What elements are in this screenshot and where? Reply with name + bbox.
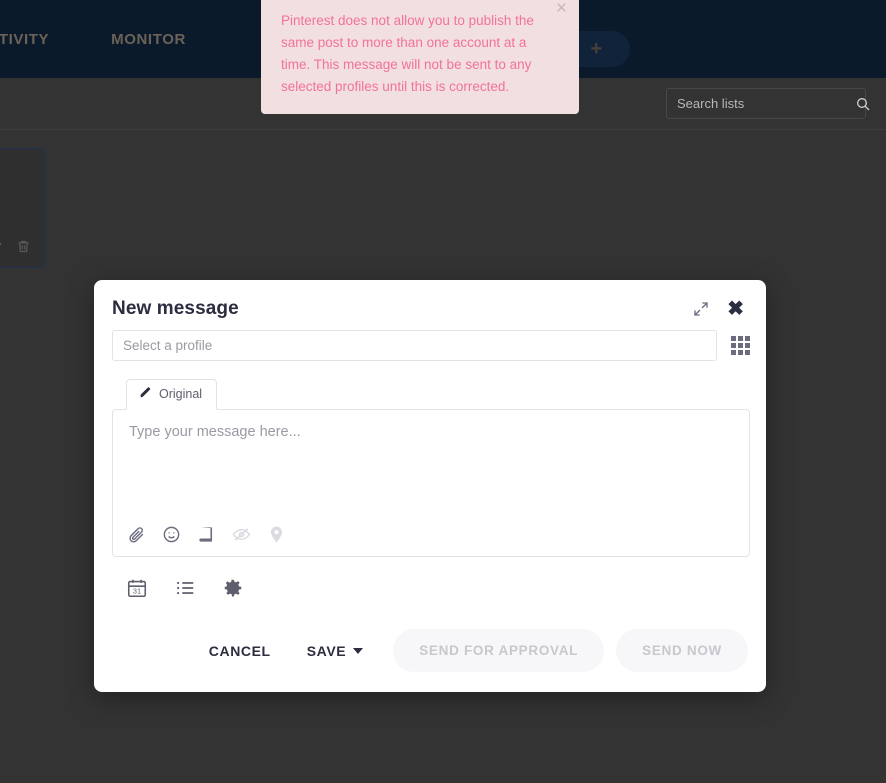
modal-footer: CANCEL SAVE SEND FOR APPROVAL SEND NOW bbox=[110, 607, 750, 692]
search-icon[interactable] bbox=[855, 96, 871, 112]
new-message-modal: New message ✖ Select a profile Original … bbox=[94, 280, 766, 692]
background-card-actions bbox=[0, 239, 47, 259]
composer-toolbar bbox=[127, 525, 286, 544]
tab-original-label: Original bbox=[159, 387, 203, 401]
alert-message: Pinterest does not allow you to publish … bbox=[281, 13, 534, 94]
gear-icon[interactable] bbox=[222, 577, 244, 599]
send-now-button[interactable]: SEND NOW bbox=[616, 629, 748, 672]
attachment-icon[interactable] bbox=[127, 525, 146, 544]
pencil-icon bbox=[139, 386, 152, 402]
chevron-down-icon bbox=[353, 647, 364, 654]
modal-header: New message ✖ bbox=[110, 298, 750, 330]
calendar-icon[interactable]: 31 bbox=[126, 577, 148, 599]
plus-icon: + bbox=[590, 37, 602, 60]
composer-area: Original Type your message here... bbox=[110, 379, 750, 557]
message-placeholder: Type your message here... bbox=[129, 424, 301, 440]
nav-item-monitor[interactable]: MONITOR bbox=[97, 0, 200, 78]
search-lists-box[interactable] bbox=[666, 88, 870, 119]
nav-item-activity-label: ACTIVITY bbox=[0, 30, 50, 48]
save-button[interactable]: SAVE bbox=[289, 633, 382, 669]
page-title: New message bbox=[112, 298, 239, 319]
svg-text:31: 31 bbox=[133, 587, 141, 596]
nav-item-activity[interactable]: ACTIVITY bbox=[0, 0, 63, 78]
expand-icon[interactable] bbox=[693, 301, 709, 317]
background-list-card[interactable] bbox=[0, 148, 46, 268]
hidden-eye-icon[interactable] bbox=[232, 525, 251, 544]
location-pin-icon[interactable] bbox=[267, 525, 286, 544]
cancel-button[interactable]: CANCEL bbox=[191, 633, 289, 669]
emoji-icon[interactable] bbox=[162, 525, 181, 544]
library-icon[interactable] bbox=[197, 525, 216, 544]
search-input[interactable] bbox=[675, 95, 855, 112]
nav-item-monitor-label: MONITOR bbox=[111, 30, 186, 48]
pinterest-warning-alert: Pinterest does not allow you to publish … bbox=[261, 0, 579, 114]
composer-tabs: Original bbox=[112, 379, 750, 410]
alert-close-button[interactable]: × bbox=[556, 0, 567, 18]
send-for-approval-button[interactable]: SEND FOR APPROVAL bbox=[393, 629, 605, 672]
grid-icon[interactable] bbox=[731, 336, 750, 355]
pencil-icon[interactable] bbox=[0, 239, 4, 259]
list-icon[interactable] bbox=[174, 577, 196, 599]
modal-header-actions: ✖ bbox=[693, 299, 750, 319]
message-textarea[interactable]: Type your message here... bbox=[112, 409, 750, 557]
tab-original[interactable]: Original bbox=[126, 379, 218, 410]
trash-icon[interactable] bbox=[16, 239, 31, 259]
profile-selector-row: Select a profile bbox=[110, 330, 750, 361]
app-root: ACTIVITY MONITOR + bbox=[0, 0, 886, 783]
select-profile-input[interactable]: Select a profile bbox=[112, 330, 717, 361]
save-button-label: SAVE bbox=[306, 642, 347, 659]
select-profile-placeholder: Select a profile bbox=[123, 338, 213, 353]
message-options-toolbar: 31 bbox=[110, 557, 750, 599]
